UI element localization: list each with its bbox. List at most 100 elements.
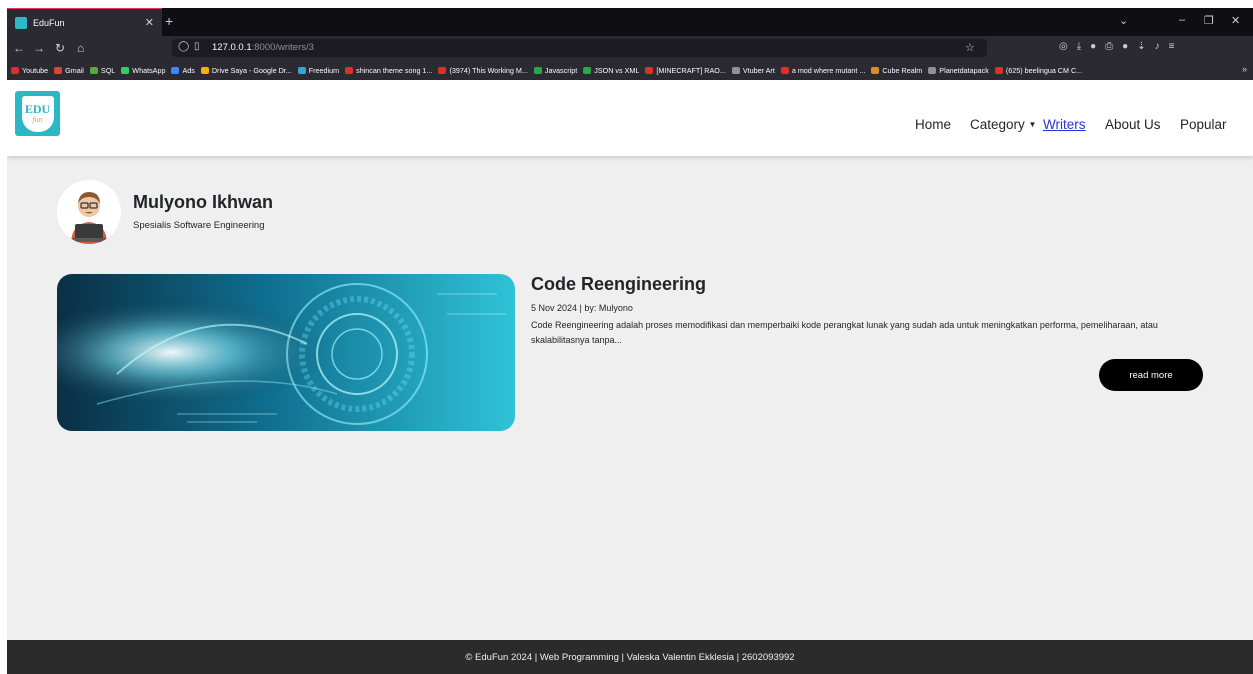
bookmark-label: JSON vs XML <box>594 65 640 75</box>
tab-list-icon[interactable]: ⌄ <box>1119 14 1128 27</box>
post-title[interactable]: Code Reengineering <box>531 274 706 295</box>
logo-text-edu: EDU <box>24 102 51 116</box>
bookmark-icon <box>171 66 180 74</box>
writer-illustration-icon <box>57 180 121 244</box>
edufun-logo[interactable]: EDU fun <box>15 91 60 136</box>
home-icon[interactable]: ⌂ <box>77 41 84 55</box>
bookmark-icon <box>345 66 354 74</box>
bookmark-item[interactable]: Freedium <box>297 65 340 75</box>
close-window-icon[interactable]: ✕ <box>1231 14 1240 27</box>
bookmark-label: SQL <box>100 65 116 75</box>
web-page: EDU fun Home Category ▼ Writers About Us… <box>7 80 1253 674</box>
tab-strip: EduFun ✕ + ⌄ – ❐ ✕ <box>7 8 1253 36</box>
nav-home[interactable]: Home <box>915 117 951 132</box>
writer-name: Mulyono Ikhwan <box>133 192 274 212</box>
bookmark-label: WhatsApp <box>132 65 166 75</box>
bookmark-icon <box>11 66 19 74</box>
site-footer: © EduFun 2024 | Web Programming | Valesk… <box>7 640 1253 674</box>
nav-about-us[interactable]: About Us <box>1105 117 1161 132</box>
bookmark-item[interactable]: a mod where mutant ... <box>780 65 866 75</box>
new-tab-icon[interactable]: + <box>165 13 173 29</box>
browser-window: EduFun ✕ + ⌄ – ❐ ✕ ← → ↻ ⌂ ◯ ▯ 127.0.0.1… <box>7 8 1253 674</box>
read-more-button[interactable]: read more <box>1099 359 1203 391</box>
site-header: EDU fun Home Category ▼ Writers About Us… <box>7 80 1253 156</box>
bookmark-item[interactable]: Ads <box>171 65 195 75</box>
bookmark-icon <box>533 66 542 74</box>
tech-circuit-image-icon <box>57 274 515 431</box>
bookmark-icon <box>928 66 937 74</box>
bookmark-item[interactable]: Gmail <box>54 66 84 75</box>
bookmark-item[interactable]: Youtube <box>11 66 48 75</box>
post-meta: 5 Nov 2024 | by: Mulyono <box>531 303 633 313</box>
bookmark-item[interactable]: (3974) This Working M... <box>438 65 528 75</box>
bookmark-label: (3974) This Working M... <box>449 65 528 75</box>
bookmark-label: (625) beelingua CM C... <box>1005 65 1083 75</box>
restore-icon[interactable]: ❐ <box>1204 14 1214 27</box>
post-thumbnail[interactable] <box>57 274 515 431</box>
bookmark-label: Gmail <box>65 65 84 75</box>
bookmark-item[interactable]: Vtuber Art <box>731 65 775 75</box>
bookmark-icon <box>438 66 447 74</box>
bookmark-label: Planetdatapack <box>939 65 989 75</box>
bookmark-item[interactable]: Cube Realm <box>871 66 922 75</box>
toolbar-extension-icons[interactable]: ◎⤓●⎙●⇣♪≡ <box>1059 41 1183 52</box>
bookmark-label: Freedium <box>308 65 340 75</box>
bookmark-icon <box>645 66 654 74</box>
bookmark-icon <box>583 66 592 74</box>
nav-popular[interactable]: Popular <box>1180 117 1227 132</box>
logo-shield-icon: EDU fun <box>21 95 54 132</box>
bookmark-icon <box>200 66 209 74</box>
bookmark-icon <box>994 66 1003 74</box>
more-bookmarks-icon[interactable]: » <box>1242 64 1247 74</box>
bookmark-label: shincan theme song 1... <box>356 65 433 75</box>
navigation-bar: ← → ↻ ⌂ ◯ ▯ 127.0.0.1:8000/writers/3 ☆ ◎… <box>7 36 1253 60</box>
bookmark-item[interactable]: SQL <box>89 65 116 75</box>
nav-category-label: Category <box>970 117 1025 132</box>
url-text: 127.0.0.1:8000/writers/3 <box>212 42 314 53</box>
bookmark-icon <box>871 66 880 74</box>
bookmark-icon <box>731 66 740 74</box>
bookmark-label: Youtube <box>22 65 49 75</box>
writer-specialty: Spesialis Software Engineering <box>133 220 265 231</box>
bookmark-label: Cube Realm <box>882 65 923 75</box>
address-bar[interactable]: ◯ ▯ 127.0.0.1:8000/writers/3 ☆ <box>172 39 987 57</box>
bookmark-label: Javascript <box>544 65 578 75</box>
bookmark-icon <box>297 66 306 74</box>
reload-icon[interactable]: ↻ <box>55 41 65 55</box>
writer-avatar <box>57 180 121 244</box>
edufun-favicon-icon <box>15 16 27 29</box>
bookmark-label: a mod where mutant ... <box>791 65 866 75</box>
minimize-icon[interactable]: – <box>1179 14 1185 26</box>
nav-writers[interactable]: Writers <box>1043 117 1086 132</box>
post-excerpt: Code Reengineering adalah proses memodif… <box>531 320 1158 345</box>
tab-title: EduFun <box>33 17 65 28</box>
page-icon[interactable]: ▯ <box>194 41 200 52</box>
bookmark-item[interactable]: JSON vs XML <box>583 66 639 75</box>
bookmark-item[interactable]: (625) beelingua CM C... <box>994 65 1083 75</box>
bookmark-item[interactable]: [MINECRAFT] RAO... <box>645 65 726 75</box>
bookmark-label: Drive Saya - Google Dr... <box>211 65 292 75</box>
footer-text: © EduFun 2024 | Web Programming | Valesk… <box>465 651 795 663</box>
bookmark-label: Ads <box>182 65 195 75</box>
bookmark-item[interactable]: shincan theme song 1... <box>345 66 432 75</box>
nav-category[interactable]: Category ▼ <box>970 117 1036 132</box>
bookmark-star-icon[interactable]: ☆ <box>965 41 975 54</box>
bookmarks-bar: Youtube Gmail SQL WhatsApp Ads Drive Saya - G… <box>7 60 1253 80</box>
bookmark-item[interactable]: WhatsApp <box>121 66 165 75</box>
caret-down-icon: ▼ <box>1028 120 1037 129</box>
bookmark-icon <box>89 66 98 74</box>
bookmark-item[interactable]: Planetdatapack <box>928 66 989 75</box>
bookmark-label: [MINECRAFT] RAO... <box>656 65 726 75</box>
bookmark-icon <box>121 66 130 74</box>
close-tab-icon[interactable]: ✕ <box>145 16 154 29</box>
bookmark-item[interactable]: Drive Saya - Google Dr... <box>200 65 292 75</box>
browser-tab[interactable]: EduFun ✕ <box>7 8 162 36</box>
forward-icon[interactable]: → <box>33 41 45 55</box>
bookmark-item[interactable]: Javascript <box>533 65 578 75</box>
bookmark-icon <box>780 66 789 74</box>
bookmark-label: Vtuber Art <box>742 65 775 75</box>
back-icon[interactable]: ← <box>13 41 25 55</box>
bookmark-icon <box>54 66 63 74</box>
logo-text-fun: fun <box>32 115 43 124</box>
shield-icon[interactable]: ◯ <box>178 41 189 52</box>
